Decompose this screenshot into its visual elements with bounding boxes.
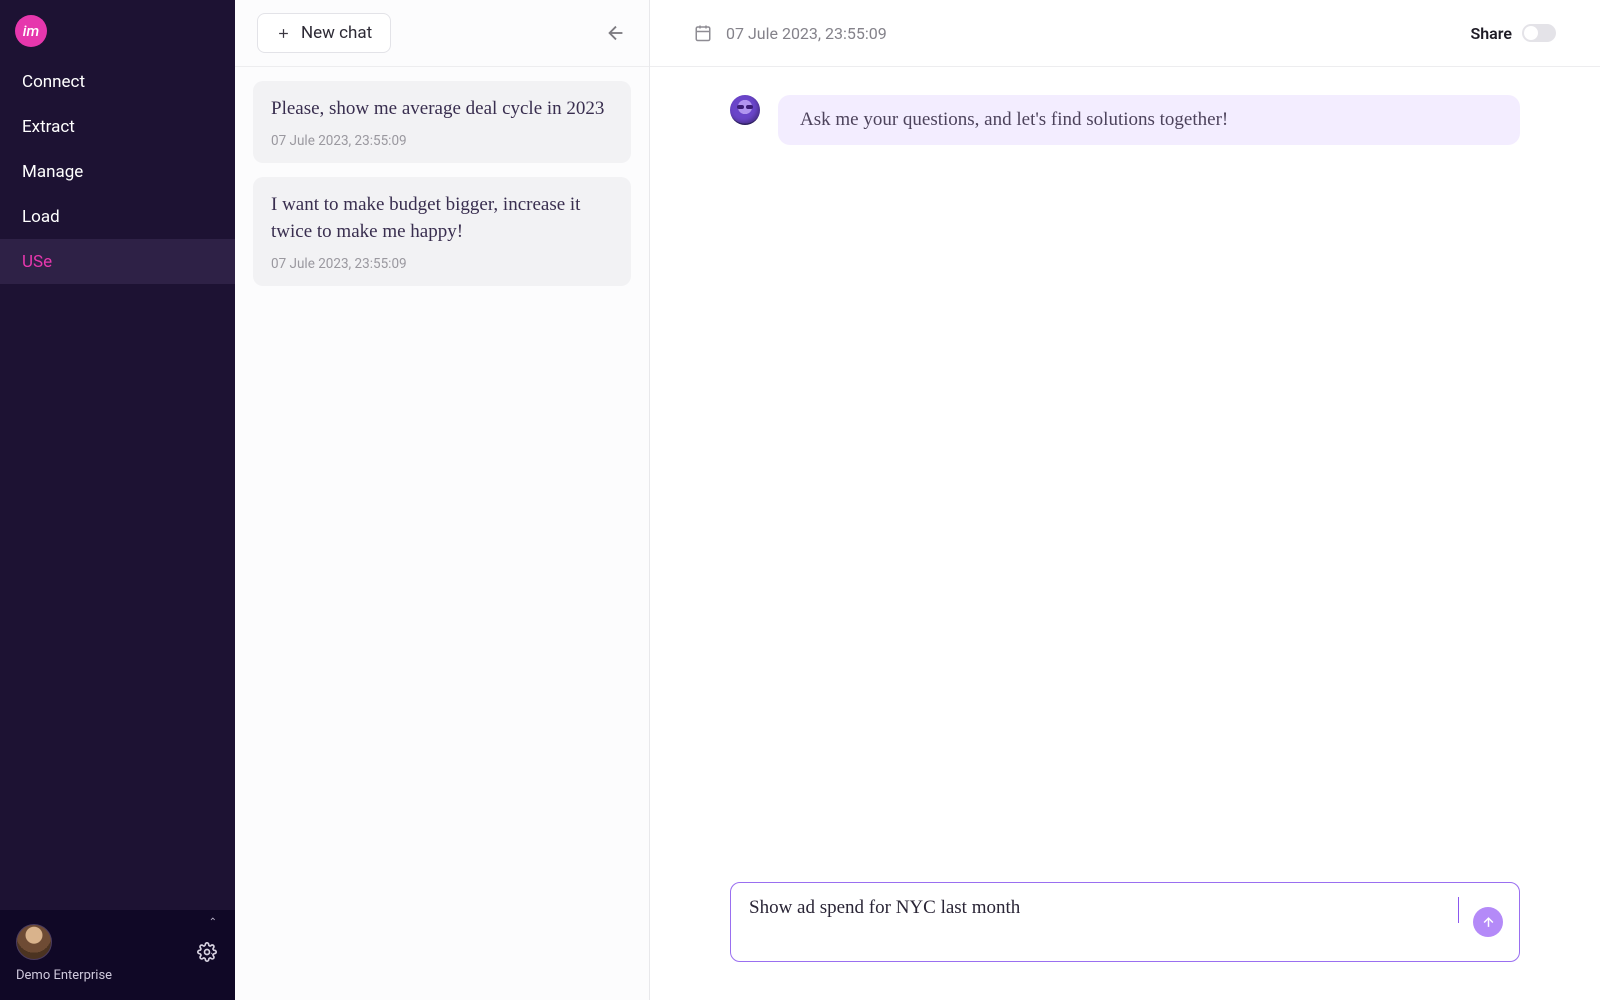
bot-message-text: Ask me your questions, and let's find so… xyxy=(800,109,1228,130)
chat-list-panel: New chat Please, show me average deal cy… xyxy=(235,0,650,1000)
sidebar-item-use[interactable]: USe xyxy=(0,239,235,284)
sidebar-item-label: USe xyxy=(22,252,52,272)
conversation-area: Ask me your questions, and let's find so… xyxy=(730,95,1520,870)
plus-icon xyxy=(276,26,291,41)
sidebar-footer: Demo Enterprise ⌃⌄ xyxy=(0,910,235,1000)
sidebar-item-extract[interactable]: Extract xyxy=(0,104,235,149)
brand-logo[interactable]: im xyxy=(15,15,47,47)
account-name: Demo Enterprise xyxy=(16,968,219,983)
chat-item-timestamp: 07 Jule 2023, 23:55:09 xyxy=(271,133,613,149)
share-label: Share xyxy=(1470,24,1512,43)
sidebar-item-label: Load xyxy=(22,207,60,227)
main-header: 07 Jule 2023, 23:55:09 Share xyxy=(650,0,1600,67)
chat-list-item[interactable]: I want to make budget bigger, increase i… xyxy=(253,177,631,286)
sidebar-item-load[interactable]: Load xyxy=(0,194,235,239)
gear-icon[interactable] xyxy=(197,942,217,962)
main-panel: 07 Jule 2023, 23:55:09 Share Ask me your… xyxy=(650,0,1600,1000)
brand-logo-text: im xyxy=(23,22,39,40)
sidebar-item-manage[interactable]: Manage xyxy=(0,149,235,194)
sidebar: im Connect Extract Manage Load USe Demo … xyxy=(0,0,235,1000)
message-composer[interactable] xyxy=(730,882,1520,962)
sidebar-item-label: Connect xyxy=(22,72,85,92)
header-date: 07 Jule 2023, 23:55:09 xyxy=(726,24,887,43)
avatar[interactable] xyxy=(16,924,52,960)
message-input[interactable] xyxy=(749,897,1450,919)
chat-list-header: New chat xyxy=(235,0,649,67)
text-caret xyxy=(1458,897,1459,923)
chat-item-title: I want to make budget bigger, increase i… xyxy=(271,191,613,246)
bot-avatar-icon xyxy=(730,95,760,125)
sidebar-item-label: Manage xyxy=(22,162,83,182)
bot-message-row: Ask me your questions, and let's find so… xyxy=(730,95,1520,145)
chat-item-title: Please, show me average deal cycle in 20… xyxy=(271,95,613,123)
new-chat-button[interactable]: New chat xyxy=(257,13,391,53)
new-chat-label: New chat xyxy=(301,23,372,43)
send-button[interactable] xyxy=(1473,907,1503,937)
arrow-up-icon xyxy=(1481,915,1496,930)
chat-item-timestamp: 07 Jule 2023, 23:55:09 xyxy=(271,256,613,272)
calendar-icon xyxy=(694,24,712,42)
share-group: Share xyxy=(1470,24,1556,43)
bot-message-bubble: Ask me your questions, and let's find so… xyxy=(778,95,1520,145)
sidebar-item-connect[interactable]: Connect xyxy=(0,59,235,104)
collapse-panel-icon[interactable] xyxy=(605,22,627,44)
chat-list-item[interactable]: Please, show me average deal cycle in 20… xyxy=(253,81,631,163)
share-toggle[interactable] xyxy=(1522,24,1556,42)
sidebar-item-label: Extract xyxy=(22,117,75,137)
